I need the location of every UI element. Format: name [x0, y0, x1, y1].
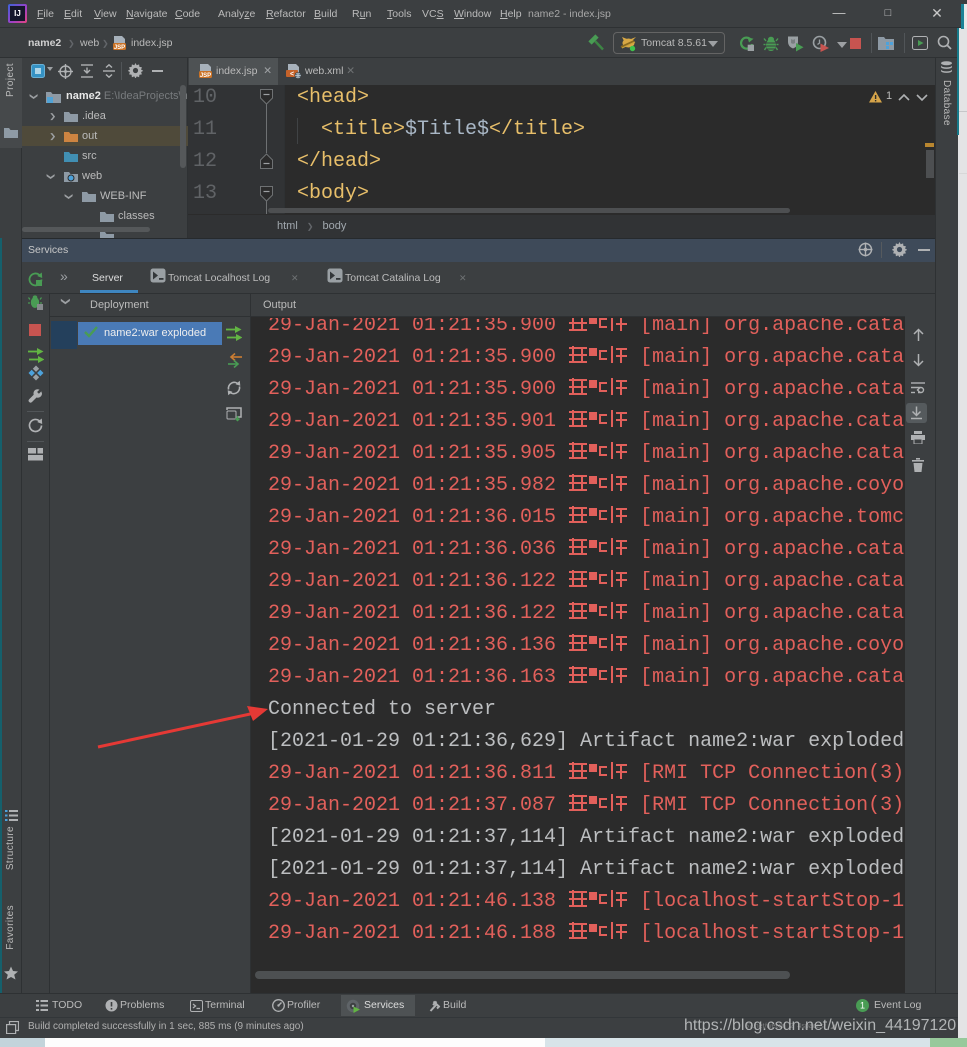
svg-text:JSP: JSP	[114, 45, 125, 51]
svg-text:JSP: JSP	[200, 73, 211, 79]
svg-text:<: <	[290, 71, 294, 78]
svg-text:1: 1	[860, 1001, 865, 1011]
